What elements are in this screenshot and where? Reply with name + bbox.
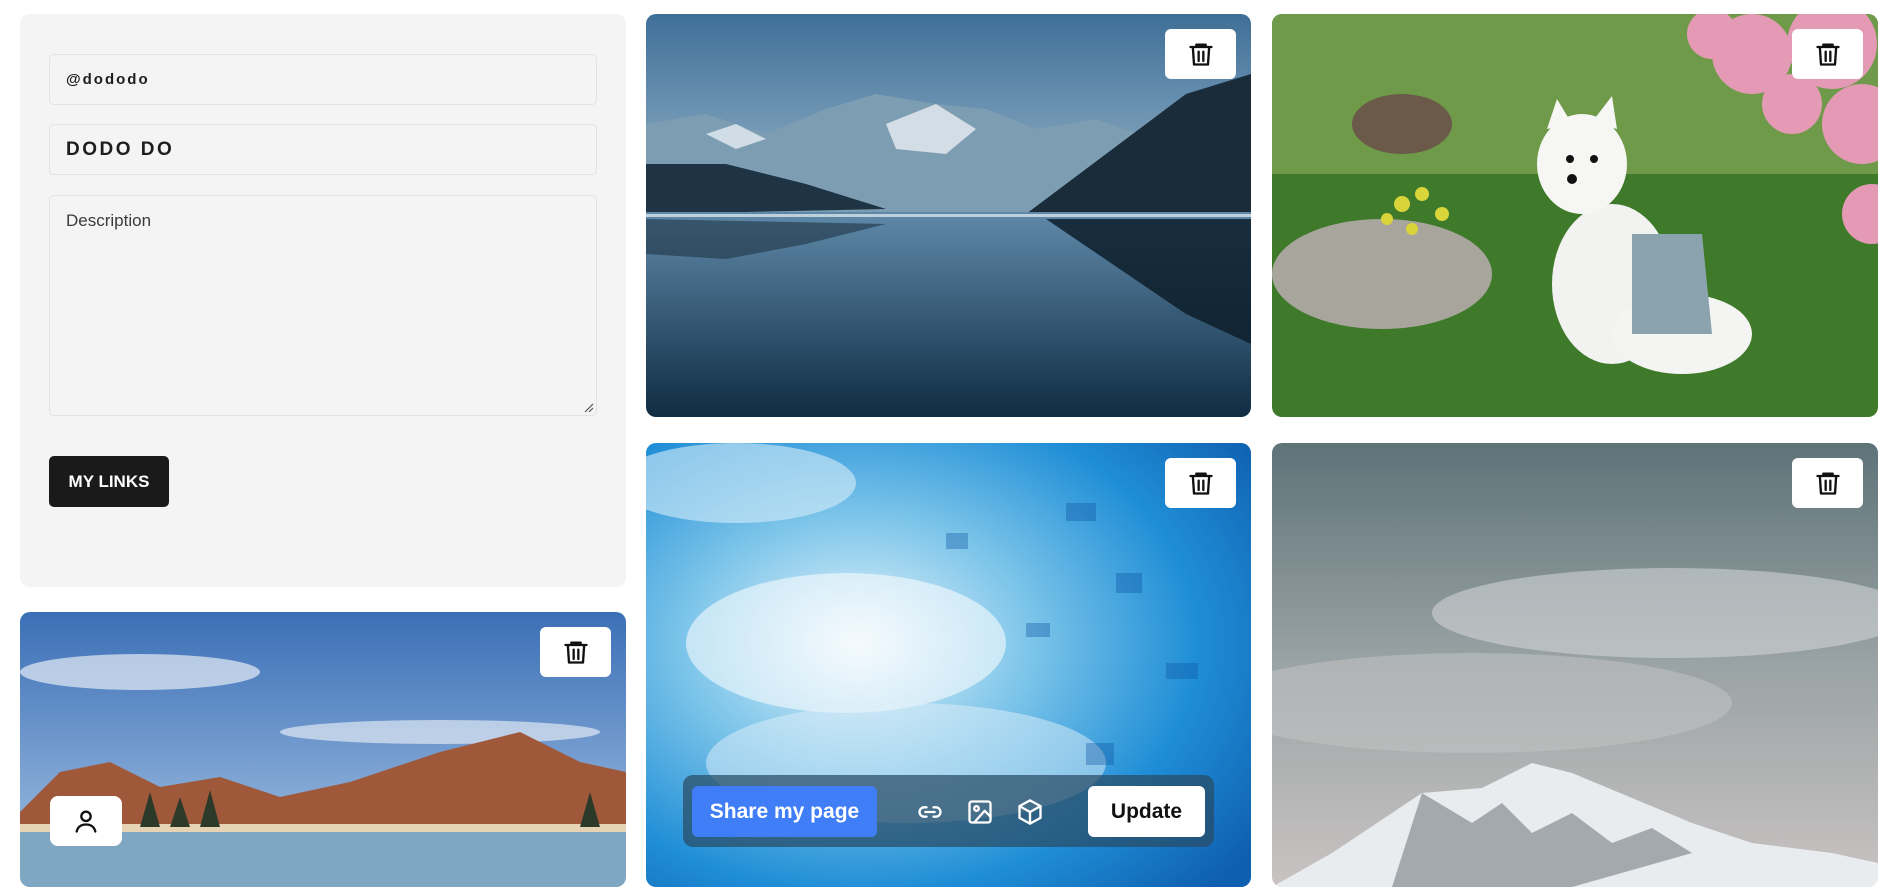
trash-icon <box>1188 43 1213 66</box>
image-tile-dog[interactable] <box>1272 14 1878 417</box>
profile-card: @dododo DODO DO Description MY LINKS <box>20 14 626 587</box>
handle-field[interactable]: @dododo <box>49 54 597 105</box>
cube-icon <box>1018 799 1042 825</box>
trash-icon <box>1815 43 1840 66</box>
resize-handle-icon[interactable] <box>583 402 594 413</box>
name-value: DODO DO <box>66 138 175 160</box>
snowy-peak-image <box>1272 443 1878 887</box>
my-links-button[interactable]: MY LINKS <box>49 456 169 507</box>
delete-button[interactable] <box>1165 458 1236 508</box>
dog-image <box>1272 14 1878 417</box>
delete-button[interactable] <box>1792 29 1863 79</box>
image-tile-lake[interactable] <box>646 14 1251 417</box>
add-link-button[interactable] <box>914 796 946 828</box>
handle-value: @dododo <box>66 71 150 88</box>
delete-button[interactable] <box>1792 458 1863 508</box>
description-placeholder: Description <box>66 211 152 230</box>
share-my-page-button[interactable]: Share my page <box>692 786 877 837</box>
update-button[interactable]: Update <box>1088 786 1205 837</box>
description-field[interactable]: Description <box>49 195 597 416</box>
user-icon <box>75 810 97 833</box>
delete-button[interactable] <box>1165 29 1236 79</box>
add-image-button[interactable] <box>964 796 996 828</box>
trash-icon <box>563 641 588 664</box>
image-icon <box>968 800 992 824</box>
name-field[interactable]: DODO DO <box>49 124 597 175</box>
bottom-toolbar: Share my page Update <box>683 775 1214 847</box>
link-icon <box>918 806 942 818</box>
lake-image <box>646 14 1251 417</box>
add-3d-button[interactable] <box>1014 796 1046 828</box>
image-tile-snowy-peak[interactable] <box>1272 443 1878 887</box>
delete-button[interactable] <box>540 627 611 677</box>
trash-icon <box>1815 472 1840 495</box>
avatar-button[interactable] <box>50 796 122 846</box>
trash-icon <box>1188 472 1213 495</box>
